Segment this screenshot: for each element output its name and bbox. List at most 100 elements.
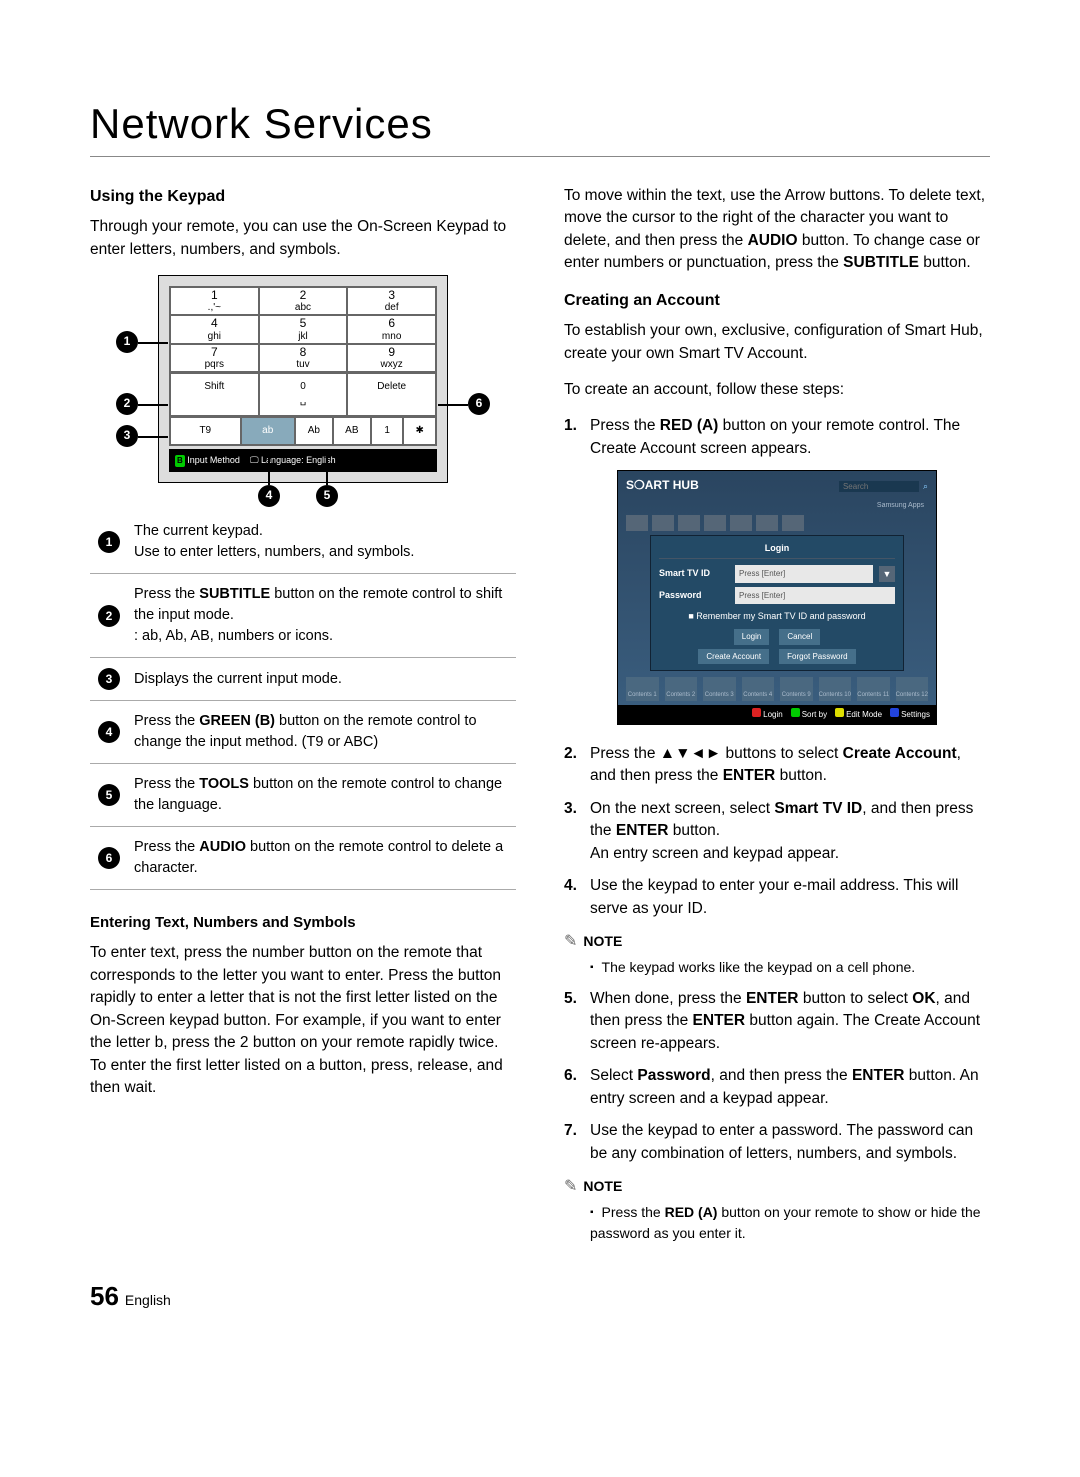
mode-cell: Ab bbox=[295, 417, 333, 446]
content-tile: Contents 1 bbox=[626, 677, 659, 701]
hub-footer: Login Sort by Edit Mode Settings bbox=[618, 705, 936, 724]
legend-text: Press the AUDIO button on the remote con… bbox=[128, 827, 516, 890]
keypad-key: 3def bbox=[347, 287, 436, 315]
using-keypad-heading: Using the Keypad bbox=[90, 185, 516, 208]
login-button[interactable]: Login bbox=[734, 629, 770, 645]
keypad-grid: 1.,'~2abc3def 4ghi5jkl6mno 7pqrs8tuv9wxyz bbox=[169, 286, 437, 373]
delete-key: Delete bbox=[347, 373, 436, 416]
legend-text: Press the TOOLS button on the remote con… bbox=[128, 764, 516, 827]
legend-table: 1 The current keypad.Use to enter letters… bbox=[90, 511, 516, 890]
keypad-bottom-row: Shift 0␣ Delete bbox=[169, 373, 437, 417]
note-item-2: Press the RED (A) button on your remote … bbox=[590, 1202, 990, 1243]
keypad-outer: 1.,'~2abc3def4ghi5jkl6mno7pqrs8tuv9wxyz … bbox=[158, 275, 448, 483]
page-title: Network Services bbox=[90, 100, 990, 148]
tools-icon: 🖵 bbox=[250, 455, 259, 465]
keypad-figure: 1.,'~2abc3def4ghi5jkl6mno7pqrs8tuv9wxyz … bbox=[158, 275, 448, 483]
password-label: Password bbox=[659, 589, 729, 602]
mode-row: T9abAbAB1✱ bbox=[169, 417, 437, 447]
page: Network Services Using the Keypad Throug… bbox=[0, 0, 1080, 1372]
hub-thumbs bbox=[618, 513, 936, 533]
legend-badge: 3 bbox=[98, 668, 120, 690]
callout-5: 5 bbox=[316, 485, 338, 507]
page-number: 56English bbox=[90, 1281, 990, 1312]
footer-item: Login bbox=[752, 708, 783, 721]
dropdown-icon[interactable]: ▼ bbox=[879, 566, 895, 582]
content-tile: Contents 12 bbox=[896, 677, 929, 701]
legend-text: Displays the current input mode. bbox=[128, 658, 516, 701]
login-title: Login bbox=[659, 542, 895, 559]
entering-text-para: To enter text, press the number button o… bbox=[90, 942, 516, 1099]
keypad-key: 7pqrs bbox=[170, 344, 259, 372]
account-steps: Press the RED (A) button on your remote … bbox=[564, 415, 990, 460]
step-7: Use the keypad to enter a password. The … bbox=[564, 1120, 990, 1165]
mode-cell: ✱ bbox=[403, 417, 436, 446]
content-tile: Contents 9 bbox=[780, 677, 813, 701]
note-item: The keypad works like the keypad on a ce… bbox=[590, 957, 990, 978]
legend-badge: 5 bbox=[98, 784, 120, 806]
legend-text: The current keypad.Use to enter letters,… bbox=[128, 511, 516, 574]
search-icon: ⌕ bbox=[923, 480, 928, 493]
callout-4: 4 bbox=[258, 485, 280, 507]
footer-item: Edit Mode bbox=[835, 708, 882, 721]
smarthub-logo: S❍ART HUB bbox=[626, 477, 699, 494]
hub-search: ⌕ bbox=[839, 480, 928, 493]
forgot-password-button[interactable]: Forgot Password bbox=[779, 649, 855, 665]
hub-tiles: Contents 1Contents 2Contents 3Contents 4… bbox=[618, 673, 936, 705]
keypad-key: 6mno bbox=[347, 315, 436, 343]
smarttv-id-field[interactable]: Press [Enter] bbox=[735, 565, 873, 583]
content-tile: Contents 4 bbox=[742, 677, 775, 701]
smarthub-login-figure: S❍ART HUB ⌕ Samsung Apps Login Smart TV … bbox=[617, 470, 937, 725]
step-2: Press the ▲▼◄► buttons to select Create … bbox=[564, 743, 990, 788]
account-steps-cont2: When done, press the ENTER button to sel… bbox=[564, 988, 990, 1165]
thumb bbox=[626, 515, 648, 531]
legend-text: Press the SUBTITLE button on the remote … bbox=[128, 574, 516, 658]
keypad-key: 1.,'~ bbox=[170, 287, 259, 315]
create-account-button[interactable]: Create Account bbox=[698, 649, 769, 665]
callout-3: 3 bbox=[116, 425, 138, 447]
left-column: Using the Keypad Through your remote, yo… bbox=[90, 185, 516, 1243]
cancel-button[interactable]: Cancel bbox=[779, 629, 820, 645]
search-input[interactable] bbox=[839, 481, 919, 492]
keypad-key: 2abc bbox=[259, 287, 348, 315]
legend-badge: 1 bbox=[98, 531, 120, 553]
keypad-info-bar: B Input Method 🖵 Language: English bbox=[169, 449, 437, 472]
note-heading-2: NOTE bbox=[564, 1175, 990, 1198]
keypad-key: 4ghi bbox=[170, 315, 259, 343]
content-tile: Contents 11 bbox=[857, 677, 890, 701]
smarttv-id-label: Smart TV ID bbox=[659, 567, 729, 580]
note-list-2: Press the RED (A) button on your remote … bbox=[564, 1202, 990, 1243]
step-1: Press the RED (A) button on your remote … bbox=[564, 415, 990, 460]
password-field[interactable]: Press [Enter] bbox=[735, 587, 895, 605]
step-5: When done, press the ENTER button to sel… bbox=[564, 988, 990, 1055]
right-column: To move within the text, use the Arrow b… bbox=[564, 185, 990, 1243]
footer-item: Settings bbox=[890, 708, 930, 721]
login-panel: Login Smart TV ID Press [Enter] ▼ Passwo… bbox=[650, 535, 904, 671]
creating-account-heading: Creating an Account bbox=[564, 289, 990, 312]
content-tile: Contents 10 bbox=[819, 677, 852, 701]
content-tile: Contents 2 bbox=[665, 677, 698, 701]
mode-cell: 1 bbox=[371, 417, 404, 446]
entering-text-heading: Entering Text, Numbers and Symbols bbox=[90, 912, 516, 934]
footer-item: Sort by bbox=[791, 708, 827, 721]
note-heading: NOTE bbox=[564, 930, 990, 953]
keypad-key: 5jkl bbox=[259, 315, 348, 343]
step-3: On the next screen, select Smart TV ID, … bbox=[564, 798, 990, 865]
two-columns: Using the Keypad Through your remote, yo… bbox=[90, 185, 990, 1243]
keypad-key: 9wxyz bbox=[347, 344, 436, 372]
step-6: Select Password, and then press the ENTE… bbox=[564, 1065, 990, 1110]
title-divider bbox=[90, 156, 990, 157]
keypad-intro: Through your remote, you can use the On-… bbox=[90, 216, 516, 261]
callout-6: 6 bbox=[468, 393, 490, 415]
step-4: Use the keypad to enter your e-mail addr… bbox=[564, 875, 990, 920]
hub-header: S❍ART HUB ⌕ bbox=[618, 471, 936, 500]
callout-2: 2 bbox=[116, 393, 138, 415]
mode-cell: T9 bbox=[170, 417, 241, 446]
account-steps-cont: Press the ▲▼◄► buttons to select Create … bbox=[564, 743, 990, 920]
keypad-key: 8tuv bbox=[259, 344, 348, 372]
mode-cell: AB bbox=[333, 417, 371, 446]
legend-badge: 6 bbox=[98, 847, 120, 869]
zero-key: 0␣ bbox=[259, 373, 348, 416]
remember-text: ■ Remember my Smart TV ID and password bbox=[659, 610, 895, 623]
create-account-steps-intro: To create an account, follow these steps… bbox=[564, 379, 990, 401]
create-account-intro: To establish your own, exclusive, config… bbox=[564, 320, 990, 365]
